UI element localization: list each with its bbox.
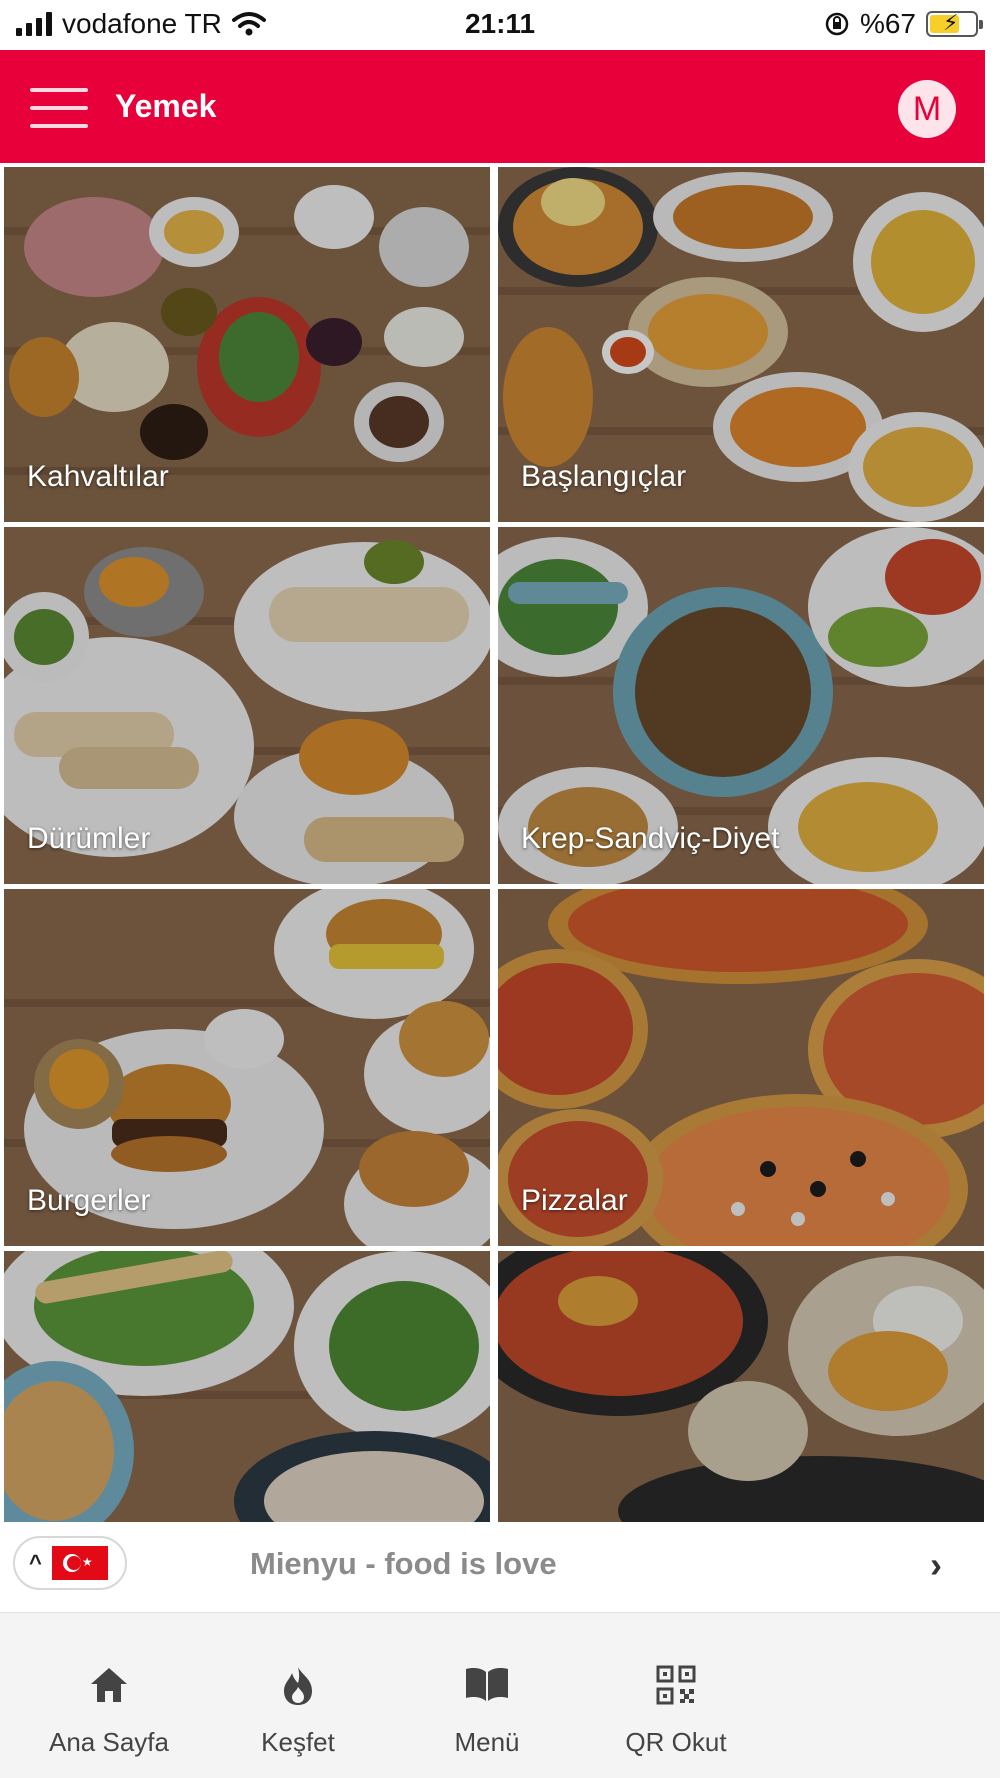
nav-label: Ana Sayfa	[49, 1727, 169, 1757]
category-tile-seafood[interactable]	[498, 1251, 984, 1523]
chevron-right-icon[interactable]: ›	[930, 1544, 942, 1586]
hamburger-menu-button[interactable]	[30, 88, 88, 128]
nav-kesfet[interactable]: Keşfet	[203, 1613, 393, 1763]
battery-percent: %67	[859, 8, 916, 39]
avatar[interactable]: M	[898, 80, 956, 138]
qr-code-icon	[656, 1665, 696, 1705]
chevron-up-icon: ^	[29, 1550, 42, 1575]
category-tile-durumler[interactable]: Dürümler	[4, 527, 490, 884]
book-icon	[466, 1668, 508, 1701]
fire-icon	[284, 1667, 312, 1705]
category-tile-krep-sandvic-diyet[interactable]: Krep-Sandviç-Diyet	[498, 527, 984, 884]
nav-qr-okut[interactable]: QR Okut	[581, 1613, 771, 1763]
nav-ana-sayfa[interactable]: Ana Sayfa	[14, 1613, 204, 1763]
category-label: Başlangıçlar	[521, 460, 687, 493]
category-grid: Kahvaltılar Başlangıçlar Dürümler Krep-S…	[4, 167, 984, 1523]
language-selector[interactable]: ^ ★	[13, 1536, 127, 1590]
bottom-nav: Ana Sayfa Keşfet Menü QR Okut	[0, 1612, 1000, 1778]
category-label: Kahvaltılar	[27, 460, 169, 493]
page-title: Yemek	[115, 88, 217, 124]
battery-icon: ⚡	[926, 10, 983, 37]
nav-label: QR Okut	[625, 1727, 727, 1757]
category-tile-pizzalar[interactable]: Pizzalar	[498, 889, 984, 1246]
rotation-lock-icon	[825, 12, 849, 36]
nav-label: Keşfet	[261, 1727, 335, 1757]
category-tile-salads[interactable]	[4, 1251, 490, 1523]
status-right: %67 ⚡	[824, 8, 983, 40]
category-label: Dürümler	[27, 822, 151, 855]
brand-bar: ^ ★ Mienyu - food is love ›	[0, 1522, 985, 1606]
nav-label: Menü	[454, 1727, 520, 1757]
category-tile-kahvaltilar[interactable]: Kahvaltılar	[4, 167, 490, 522]
category-label: Krep-Sandviç-Diyet	[521, 822, 780, 855]
category-tile-baslangiclar[interactable]: Başlangıçlar	[498, 167, 984, 522]
nav-menu[interactable]: Menü	[392, 1613, 582, 1763]
turkey-flag-icon: ★	[51, 1546, 108, 1580]
category-label: Pizzalar	[521, 1184, 628, 1217]
app-header: Yemek M	[0, 50, 985, 163]
status-bar: vodafone TR 21:11 %67 ⚡	[0, 0, 1000, 50]
brand-tagline: Mienyu - food is love	[250, 1546, 557, 1581]
category-label: Burgerler	[27, 1184, 151, 1217]
category-tile-burgerler[interactable]: Burgerler	[4, 889, 490, 1246]
home-icon	[91, 1668, 127, 1702]
